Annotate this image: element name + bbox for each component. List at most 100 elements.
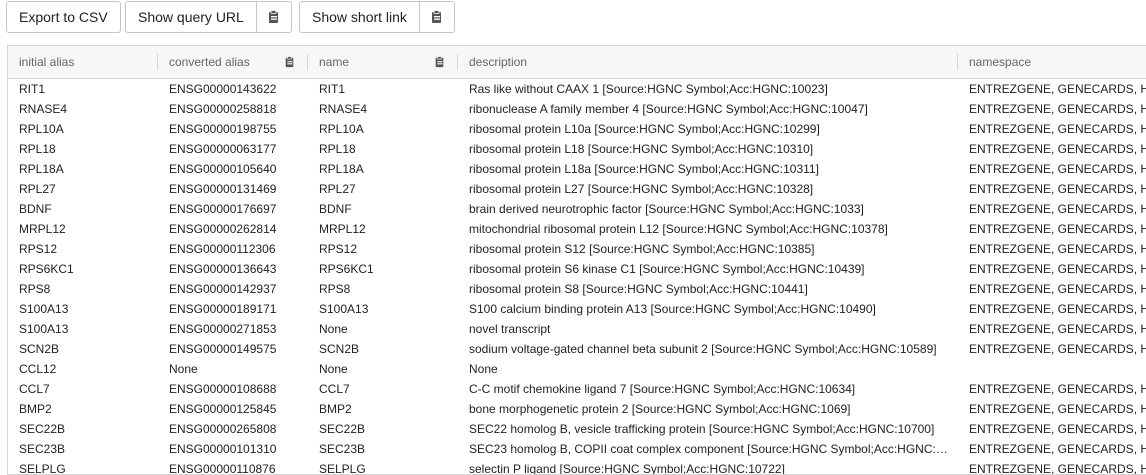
- table-row[interactable]: RIT1 ENSG00000143622 RIT1 Ras like without …: [8, 79, 1146, 99]
- cell-initial-alias: BDNF: [19, 202, 52, 216]
- cell-name: S100A13: [319, 302, 369, 316]
- table-row[interactable]: CCL12 None None None: [8, 359, 1146, 379]
- table-row[interactable]: RNASE4 ENSG00000258818 RNASE4 ribonuclease …: [8, 99, 1146, 119]
- table-row[interactable]: RPS12 ENSG00000112306 RPS12 ribosomal prote…: [8, 239, 1146, 259]
- cell-name: RPS12: [319, 242, 358, 256]
- cell-initial-alias: BMP2: [19, 402, 52, 416]
- show-query-url-label: Show query URL: [138, 9, 244, 25]
- cell-converted-alias: ENSG00000271853: [169, 322, 277, 336]
- cell-description: bone morphogenetic protein 2 [Source:HGN…: [469, 402, 851, 416]
- table-row[interactable]: MRPL12 ENSG00000262814 MRPL12 mitochondrial…: [8, 219, 1146, 239]
- cell-initial-alias: S100A13: [19, 302, 69, 316]
- clipboard-icon: [430, 10, 443, 24]
- export-csv-label: Export to CSV: [19, 9, 108, 25]
- cell-description: ribosomal protein S8 [Source:HGNC Symbol…: [469, 282, 808, 296]
- copy-short-link-button[interactable]: [418, 2, 454, 32]
- clipboard-icon[interactable]: [284, 56, 295, 68]
- cell-initial-alias: RPL27: [19, 182, 56, 196]
- cell-description: SEC23 homolog B, COPII coat complex comp…: [469, 442, 958, 456]
- cell-name: SEC23B: [319, 442, 366, 456]
- cell-initial-alias: RPS6KC1: [19, 262, 74, 276]
- cell-converted-alias: ENSG00000142937: [169, 282, 277, 296]
- cell-description: ribosomal protein L18 [Source:HGNC Symbo…: [469, 142, 814, 156]
- cell-name: MRPL12: [319, 222, 366, 236]
- show-short-link-label: Show short link: [312, 9, 407, 25]
- cell-description: ribosomal protein S12 [Source:HGNC Symbo…: [469, 242, 815, 256]
- clipboard-icon[interactable]: [434, 56, 445, 68]
- cell-initial-alias: RPL10A: [19, 122, 64, 136]
- table-row[interactable]: SEC22B ENSG00000265808 SEC22B SEC22 homolog…: [8, 419, 1146, 439]
- cell-name: CCL7: [319, 382, 350, 396]
- cell-initial-alias: RPL18: [19, 142, 56, 156]
- table-row[interactable]: BDNF ENSG00000176697 BDNF brain derived neu…: [8, 199, 1146, 219]
- cell-initial-alias: RIT1: [19, 82, 46, 96]
- cell-initial-alias: S100A13: [19, 322, 69, 336]
- cell-initial-alias: SCN2B: [19, 342, 60, 356]
- cell-converted-alias: ENSG00000262814: [169, 222, 277, 236]
- table-row[interactable]: SEC23B ENSG00000101310 SEC23B SEC23 homolog…: [8, 439, 1146, 459]
- column-header-namespace[interactable]: namespace: [958, 46, 1146, 78]
- table-row[interactable]: SELPLG ENSG00000110876 SELPLG selectin P li…: [8, 459, 1146, 475]
- cell-description: novel transcript: [469, 322, 551, 336]
- cell-namespace: ENTREZGENE, GENECARDS, HGNC: [969, 402, 1146, 416]
- cell-converted-alias: ENSG00000131469: [169, 182, 277, 196]
- cell-name: None: [319, 362, 348, 376]
- cell-initial-alias: RPL18A: [19, 162, 64, 176]
- cell-namespace: ENTREZGENE, GENECARDS, HGNC: [969, 462, 1146, 475]
- cell-namespace: ENTREZGENE, GENECARDS, HGNC: [969, 322, 1146, 336]
- export-csv-button[interactable]: Export to CSV: [6, 1, 121, 33]
- cell-description: ribonuclease A family member 4 [Source:H…: [469, 102, 868, 116]
- show-short-link-button[interactable]: Show short link: [299, 1, 455, 33]
- cell-name: RPS6KC1: [319, 262, 374, 276]
- cell-converted-alias: ENSG00000176697: [169, 202, 277, 216]
- cell-description: brain derived neurotrophic factor [Sourc…: [469, 202, 864, 216]
- table-row[interactable]: RPL27 ENSG00000131469 RPL27 ribosomal prote…: [8, 179, 1146, 199]
- cell-converted-alias: ENSG00000108688: [169, 382, 277, 396]
- cell-namespace: ENTREZGENE, GENECARDS, HGNC: [969, 262, 1146, 276]
- column-header-description[interactable]: description: [458, 46, 958, 78]
- table-row[interactable]: RPL18A ENSG00000105640 RPL18A ribosomal pro…: [8, 159, 1146, 179]
- cell-namespace: ENTREZGENE, GENECARDS, HGNC: [969, 242, 1146, 256]
- cell-name: RNASE4: [319, 102, 368, 116]
- table-row[interactable]: RPL18 ENSG00000063177 RPL18 ribosomal prote…: [8, 139, 1146, 159]
- table-row[interactable]: RPL10A ENSG00000198755 RPL10A ribosomal pro…: [8, 119, 1146, 139]
- table-row[interactable]: RPS6KC1 ENSG00000136643 RPS6KC1 ribosomal p…: [8, 259, 1146, 279]
- cell-name: RPL10A: [319, 122, 364, 136]
- cell-name: SCN2B: [319, 342, 360, 356]
- cell-description: mitochondrial ribosomal protein L12 [Sou…: [469, 222, 888, 236]
- cell-name: BDNF: [319, 202, 352, 216]
- column-header-initial-alias[interactable]: initial alias: [8, 46, 158, 78]
- results-table: initial alias converted alias name descr…: [7, 45, 1146, 475]
- table-row[interactable]: S100A13 ENSG00000189171 S100A13 S100 calciu…: [8, 299, 1146, 319]
- table-row[interactable]: CCL7 ENSG00000108688 CCL7 C-C motif chemoki…: [8, 379, 1146, 399]
- cell-namespace: ENTREZGENE, GENECARDS, HGNC: [969, 82, 1146, 96]
- show-query-url-button[interactable]: Show query URL: [125, 1, 292, 33]
- cell-namespace: ENTREZGENE, GENECARDS, HGNC: [969, 442, 1146, 456]
- table-row[interactable]: SCN2B ENSG00000149575 SCN2B sodium voltage-…: [8, 339, 1146, 359]
- cell-converted-alias: ENSG00000143622: [169, 82, 277, 96]
- copy-query-url-button[interactable]: [255, 2, 291, 32]
- cell-name: SEC22B: [319, 422, 366, 436]
- cell-name: RPL18A: [319, 162, 364, 176]
- table-row[interactable]: RPS8 ENSG00000142937 RPS8 ribosomal protein…: [8, 279, 1146, 299]
- clipboard-icon: [267, 10, 280, 24]
- cell-converted-alias: ENSG00000258818: [169, 102, 277, 116]
- table-row[interactable]: BMP2 ENSG00000125845 BMP2 bone morphogeneti…: [8, 399, 1146, 419]
- cell-converted-alias: ENSG00000063177: [169, 142, 277, 156]
- cell-converted-alias: ENSG00000189171: [169, 302, 277, 316]
- cell-name: BMP2: [319, 402, 352, 416]
- cell-namespace: ENTREZGENE, GENECARDS, HGNC: [969, 162, 1146, 176]
- cell-converted-alias: ENSG00000265808: [169, 422, 277, 436]
- cell-converted-alias: ENSG00000101310: [169, 442, 277, 456]
- table-row[interactable]: S100A13 ENSG00000271853 None novel transcri…: [8, 319, 1146, 339]
- cell-converted-alias: ENSG00000198755: [169, 122, 277, 136]
- cell-description: ribosomal protein S6 kinase C1 [Source:H…: [469, 262, 865, 276]
- cell-initial-alias: RPS8: [19, 282, 51, 296]
- table-header: initial alias converted alias name descr…: [8, 46, 1146, 79]
- cell-converted-alias: ENSG00000125845: [169, 402, 277, 416]
- cell-description: selectin P ligand [Source:HGNC Symbol;Ac…: [469, 462, 785, 475]
- cell-namespace: ENTREZGENE, GENECARDS, HGNC: [969, 342, 1146, 356]
- cell-initial-alias: SELPLG: [19, 462, 66, 475]
- cell-namespace: ENTREZGENE, GENECARDS, HGNC: [969, 282, 1146, 296]
- cell-description: S100 calcium binding protein A13 [Source…: [469, 302, 876, 316]
